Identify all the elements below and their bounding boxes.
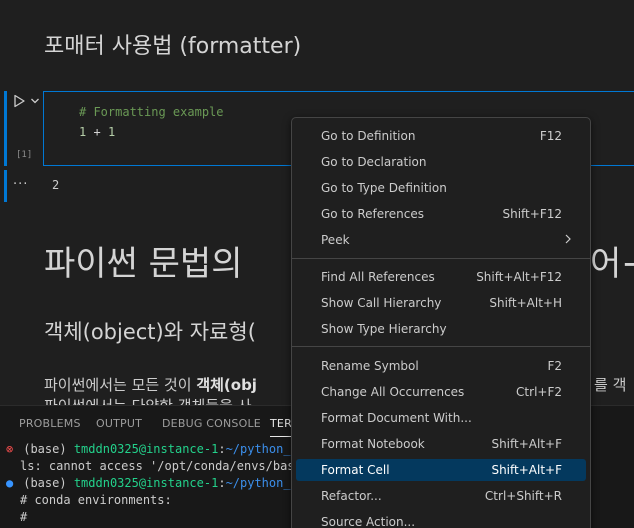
menu-item-shortcut: Shift+F12 [502, 207, 562, 221]
menu-item-label: Go to Declaration [321, 155, 427, 169]
chevron-right-icon [565, 234, 571, 244]
terminal-sep: : [218, 476, 226, 490]
menu-item-shortcut: Shift+Alt+F [491, 463, 562, 477]
menu-item-label: Show Call Hierarchy [321, 296, 442, 310]
menu-item-go-to-references[interactable]: Go to References Shift+F12 [296, 203, 586, 225]
code-expression: 1 + 1 [79, 125, 115, 139]
menu-item-shortcut: Shift+Alt+H [489, 296, 562, 310]
menu-item-shortcut: F2 [547, 359, 562, 373]
menu-item-go-to-type-definition[interactable]: Go to Type Definition [296, 177, 586, 199]
paragraph-1-tail: 를 객 [594, 376, 627, 394]
paragraph-1-bold: 객체(obj [196, 376, 257, 394]
menu-item-label: Format Document With... [321, 411, 472, 425]
menu-item-find-all-references[interactable]: Find All References Shift+Alt+F12 [296, 266, 586, 288]
code-number: 1 [107, 125, 116, 139]
terminal-line: ls: cannot access '/opt/conda/envs/basi [20, 459, 302, 473]
menu-item-change-all-occurrences[interactable]: Change All Occurrences Ctrl+F2 [296, 381, 586, 403]
terminal-line: ● (base) tmddn0325@instance-1:~/python_l… [6, 476, 305, 490]
menu-item-label: Find All References [321, 270, 435, 284]
menu-item-source-action[interactable]: Source Action... [296, 511, 586, 528]
menu-item-refactor[interactable]: Refactor... Ctrl+Shift+R [296, 485, 586, 507]
success-status-icon: ● [6, 476, 14, 490]
cell-focus-indicator [4, 91, 7, 166]
menu-separator [292, 258, 590, 259]
menu-item-label: Peek [321, 233, 350, 247]
heading-python-syntax: 파이썬 문법의 [44, 244, 243, 284]
menu-item-shortcut: Shift+Alt+F12 [476, 270, 562, 284]
cell-output: 2 [52, 178, 60, 192]
paragraph-1-text: 파이썬에서는 모든 것이 [44, 376, 197, 394]
menu-item-shortcut: Ctrl+F2 [516, 385, 562, 399]
menu-item-show-type-hierarchy[interactable]: Show Type Hierarchy [296, 318, 586, 340]
menu-item-label: Change All Occurrences [321, 385, 465, 399]
heading-object: 객체(object)와 자료형( [44, 320, 256, 344]
menu-item-shortcut: F12 [539, 129, 562, 143]
output-indicator [4, 170, 7, 202]
terminal-user: tmddn0325@instance-1 [73, 476, 219, 490]
code-number: 1 [79, 125, 87, 139]
tab-terminal[interactable]: TER [270, 417, 292, 430]
menu-separator [292, 346, 590, 347]
paragraph-1: 파이썬에서는 모든 것이 객체(obj [44, 374, 257, 395]
heading-formatter: 포매터 사용법 (formatter) [44, 34, 302, 59]
heading-python-syntax-tail: 어+ [590, 244, 634, 284]
terminal-env: (base) [23, 476, 67, 490]
terminal-line: # [20, 510, 28, 524]
terminal-sep: : [218, 442, 226, 456]
more-actions-icon[interactable]: ··· [13, 177, 28, 192]
menu-item-label: Go to Definition [321, 129, 416, 143]
menu-item-go-to-definition[interactable]: Go to Definition F12 [296, 125, 586, 147]
tab-output[interactable]: OUTPUT [96, 417, 142, 430]
chevron-down-icon[interactable] [30, 97, 40, 105]
menu-item-label: Format Notebook [321, 437, 425, 451]
terminal-user: tmddn0325@instance-1 [73, 442, 219, 456]
menu-item-rename-symbol[interactable]: Rename Symbol F2 [296, 355, 586, 377]
code-comment: # Formatting example [79, 105, 224, 119]
terminal-line: # conda environments: [20, 493, 172, 507]
menu-item-label: Source Action... [321, 515, 416, 528]
menu-item-label: Format Cell [321, 463, 390, 477]
menu-item-show-call-hierarchy[interactable]: Show Call Hierarchy Shift+Alt+H [296, 292, 586, 314]
paragraph-2: 파이썬에서는 다양한 객체들을 사 [44, 395, 252, 405]
menu-item-label: Go to References [321, 207, 424, 221]
menu-item-label: Go to Type Definition [321, 181, 447, 195]
execution-count: [1] [16, 150, 33, 160]
menu-item-format-document-with[interactable]: Format Document With... [296, 407, 586, 429]
menu-item-shortcut: Ctrl+Shift+R [484, 489, 562, 503]
tab-problems[interactable]: PROBLEMS [19, 417, 81, 430]
terminal-line: ⊗ (base) tmddn0325@instance-1:~/python_l… [6, 442, 305, 456]
run-cell-icon[interactable] [12, 94, 26, 108]
menu-item-shortcut: Shift+Alt+F [491, 437, 562, 451]
menu-item-label: Rename Symbol [321, 359, 419, 373]
menu-item-format-cell[interactable]: Format Cell Shift+Alt+F [296, 459, 586, 481]
tab-debug-console[interactable]: DEBUG CONSOLE [162, 417, 261, 430]
code-operator: + [93, 125, 101, 139]
error-status-icon: ⊗ [6, 442, 14, 456]
menu-item-format-notebook[interactable]: Format Notebook Shift+Alt+F [296, 433, 586, 455]
menu-item-go-to-declaration[interactable]: Go to Declaration [296, 151, 586, 173]
menu-item-label: Show Type Hierarchy [321, 322, 447, 336]
context-menu: Go to Definition F12 Go to Declaration Go… [291, 117, 591, 528]
terminal-env: (base) [23, 442, 67, 456]
menu-item-peek[interactable]: Peek [296, 229, 586, 251]
active-tab-indicator [270, 436, 292, 437]
menu-item-label: Refactor... [321, 489, 382, 503]
